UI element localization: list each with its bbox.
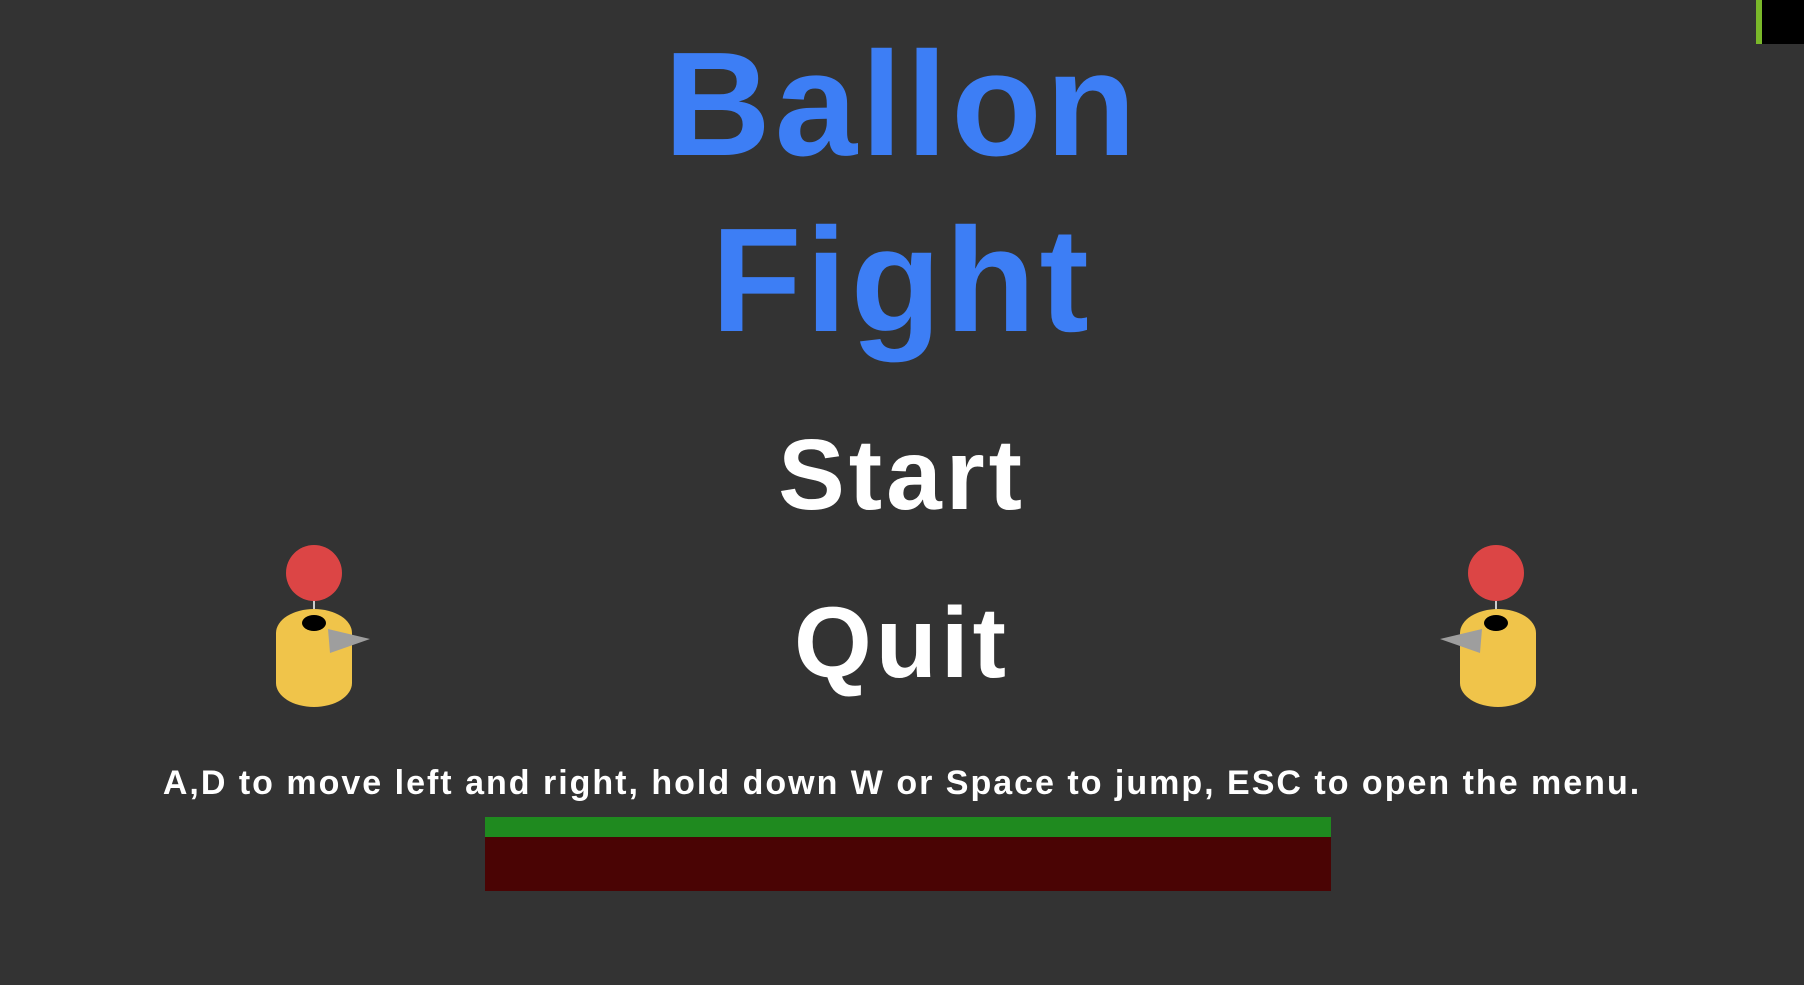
player-bird-left (260, 543, 370, 713)
balloon-bird-right-icon (276, 545, 370, 707)
game-title-line-2: Fight (711, 198, 1093, 363)
balloon-bird-left-icon (1440, 545, 1536, 707)
game-title-line-1: Ballon (663, 22, 1141, 187)
controls-instructions: A,D to move left and right, hold down W … (162, 764, 1642, 802)
corner-indicator-bar (1756, 0, 1762, 44)
player-bird-right (1430, 543, 1540, 713)
platform-grass (485, 817, 1331, 837)
corner-indicator (1756, 0, 1804, 44)
start-button[interactable]: Start (0, 415, 1804, 535)
platform-dirt (485, 837, 1331, 891)
ground-platform (485, 817, 1331, 891)
